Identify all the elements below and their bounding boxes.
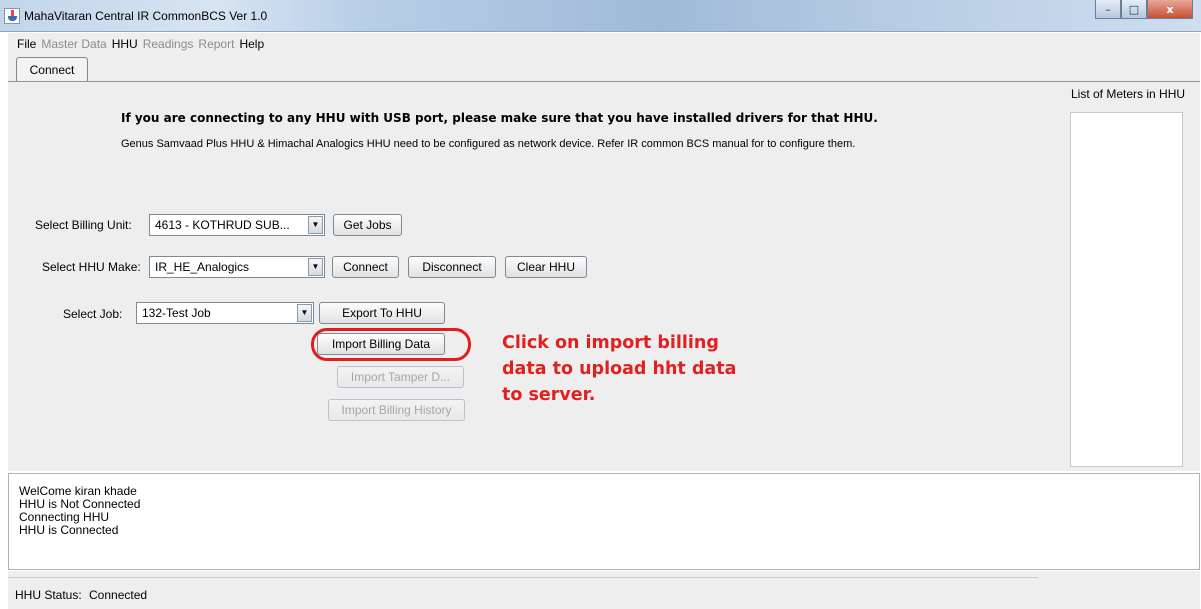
menu-file[interactable]: File	[17, 37, 36, 51]
status-separator	[8, 577, 1038, 578]
chevron-down-icon[interactable]: ▼	[297, 304, 312, 322]
job-value: 132-Test Job	[142, 306, 211, 320]
tab-strip: Connect	[8, 54, 1200, 82]
billing-unit-label: Select Billing Unit:	[35, 218, 132, 232]
menu-bar: File Master Data HHU Readings Report Hel…	[8, 33, 1200, 54]
network-device-notice: Genus Samvaad Plus HHU & Himachal Analog…	[121, 138, 856, 150]
minimize-button[interactable]: –	[1095, 0, 1121, 19]
export-to-hhu-button[interactable]: Export To HHU	[319, 302, 445, 324]
hhu-status-label: HHU Status:	[15, 588, 82, 602]
menu-hhu[interactable]: HHU	[112, 37, 138, 51]
log-line: Connecting HHU	[19, 510, 110, 524]
get-jobs-button[interactable]: Get Jobs	[333, 214, 402, 236]
window-title-bar: MahaVitaran Central IR CommonBCS Ver 1.0…	[0, 0, 1201, 32]
java-app-icon	[4, 8, 20, 24]
hhu-make-value: IR_HE_Analogics	[155, 260, 250, 274]
hhu-make-select[interactable]: IR_HE_Analogics ▼	[149, 256, 325, 278]
job-label: Select Job:	[63, 307, 123, 321]
disconnect-button[interactable]: Disconnect	[408, 256, 496, 278]
hhu-status-value: Connected	[89, 588, 148, 602]
billing-unit-value: 4613 - KOTHRUD SUB...	[155, 218, 290, 232]
status-bar: HHU Status: Connected	[8, 571, 1200, 609]
import-tamper-data-button[interactable]: Import Tamper D...	[337, 366, 464, 388]
menu-readings[interactable]: Readings	[143, 37, 194, 51]
maximize-button[interactable]: □	[1121, 0, 1147, 19]
menu-help[interactable]: Help	[239, 37, 264, 51]
hhu-make-label: Select HHU Make:	[42, 260, 141, 274]
meters-list[interactable]	[1070, 112, 1183, 467]
annotation-line: Click on import billing	[502, 333, 719, 353]
window-controls: – □ x	[1095, 0, 1193, 20]
meters-list-title: List of Meters in HHU	[1071, 87, 1186, 101]
import-billing-history-button[interactable]: Import Billing History	[328, 399, 465, 421]
log-line: WelCome kiran khade	[19, 484, 137, 498]
log-line: HHU is Not Connected	[19, 497, 141, 511]
window-title: MahaVitaran Central IR CommonBCS Ver 1.0	[24, 9, 268, 23]
tab-connect[interactable]: Connect	[16, 57, 88, 82]
job-select[interactable]: 132-Test Job ▼	[136, 302, 314, 324]
highlight-annotation-oval	[311, 328, 471, 361]
connect-button[interactable]: Connect	[332, 256, 399, 278]
chevron-down-icon[interactable]: ▼	[308, 258, 323, 276]
connect-panel: List of Meters in HHU If you are connect…	[8, 81, 1200, 471]
annotation-line: to server.	[502, 385, 596, 405]
chevron-down-icon[interactable]: ▼	[308, 216, 323, 234]
clear-hhu-button[interactable]: Clear HHU	[505, 256, 587, 278]
menu-report[interactable]: Report	[198, 37, 234, 51]
log-line: HHU is Connected	[19, 523, 119, 537]
annotation-callout: Click on import billing data to upload h…	[502, 330, 736, 408]
usb-driver-notice: If you are connecting to any HHU with US…	[121, 111, 878, 125]
close-button[interactable]: x	[1147, 0, 1193, 19]
billing-unit-select[interactable]: 4613 - KOTHRUD SUB... ▼	[149, 214, 325, 236]
menu-master-data[interactable]: Master Data	[41, 37, 106, 51]
log-output[interactable]: WelCome kiran khade HHU is Not Connected…	[8, 473, 1200, 570]
annotation-line: data to upload hht data	[502, 359, 737, 379]
